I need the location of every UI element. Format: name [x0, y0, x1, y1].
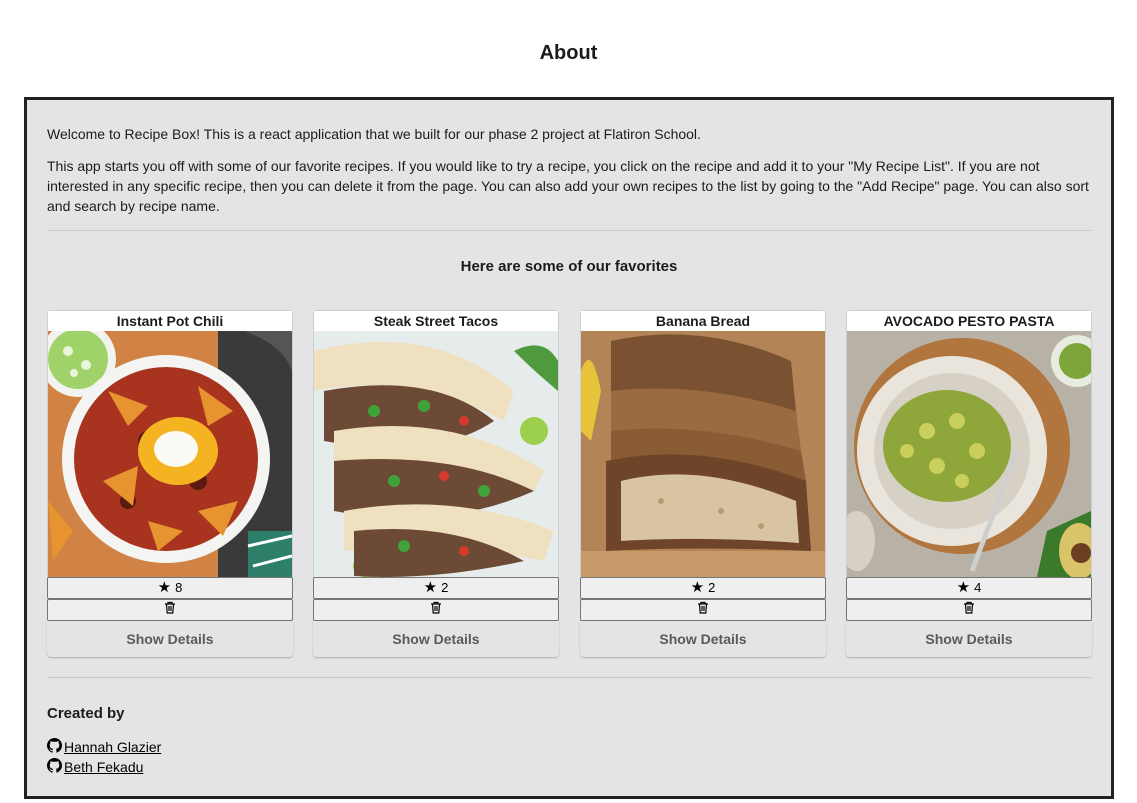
like-button[interactable]: ★ 2 — [580, 577, 826, 599]
page-title: About — [539, 42, 598, 64]
github-icon — [47, 758, 64, 776]
delete-button[interactable] — [846, 599, 1092, 621]
show-details-button[interactable]: Show Details — [580, 621, 826, 657]
divider-top — [47, 230, 1091, 231]
star-icon: ★ — [157, 579, 172, 596]
intro-paragraph-2: This app starts you off with some of our… — [47, 158, 1089, 214]
show-details-button[interactable]: Show Details — [846, 621, 1092, 657]
like-count: 4 — [974, 580, 982, 595]
recipe-title: Instant Pot Chili — [48, 311, 292, 331]
like-count: 8 — [175, 580, 183, 595]
recipe-image-pasta[interactable] — [847, 331, 1091, 577]
recipe-card[interactable]: Steak Street Tacos ★ 2 Show Details — [313, 310, 559, 658]
recipe-card[interactable]: Instant Pot Chili ★ 8 Show Details — [47, 310, 293, 658]
divider-bottom — [47, 677, 1091, 678]
recipe-title: Banana Bread — [581, 311, 825, 331]
trash-icon — [697, 601, 709, 617]
like-button[interactable]: ★ 4 — [846, 577, 1092, 599]
like-button[interactable]: ★ 8 — [47, 577, 293, 599]
favorites-heading: Here are some of our favorites — [460, 258, 678, 275]
credits-heading: Created by — [47, 705, 125, 722]
intro-paragraph-1: Welcome to Recipe Box! This is a react a… — [47, 126, 701, 142]
author-link-hannah[interactable]: Hannah Glazier — [64, 739, 161, 755]
like-count: 2 — [441, 580, 449, 595]
delete-button[interactable] — [313, 599, 559, 621]
star-icon: ★ — [956, 579, 971, 596]
recipe-card[interactable]: Banana Bread ★ 2 Show Details — [580, 310, 826, 658]
trash-icon — [164, 601, 176, 617]
star-icon: ★ — [423, 579, 438, 596]
star-icon: ★ — [690, 579, 705, 596]
trash-icon — [963, 601, 975, 617]
recipe-title: AVOCADO PESTO PASTA — [847, 311, 1091, 331]
recipe-card[interactable]: AVOCADO PESTO PASTA ★ 4 Show Details — [846, 310, 1092, 658]
recipe-image-tacos[interactable] — [314, 331, 558, 577]
like-button[interactable]: ★ 2 — [313, 577, 559, 599]
author-item: Beth Fekadu — [47, 758, 143, 776]
delete-button[interactable] — [580, 599, 826, 621]
trash-icon — [430, 601, 442, 617]
delete-button[interactable] — [47, 599, 293, 621]
recipe-image-chili[interactable] — [48, 331, 292, 577]
recipe-image-bread[interactable] — [581, 331, 825, 577]
show-details-button[interactable]: Show Details — [47, 621, 293, 657]
about-panel: Welcome to Recipe Box! This is a react a… — [24, 97, 1114, 799]
author-link-beth[interactable]: Beth Fekadu — [64, 759, 143, 775]
author-item: Hannah Glazier — [47, 738, 161, 756]
show-details-button[interactable]: Show Details — [313, 621, 559, 657]
recipe-title: Steak Street Tacos — [314, 311, 558, 331]
recipe-card-list: Instant Pot Chili ★ 8 Show Details Steak… — [47, 310, 1092, 658]
like-count: 2 — [708, 580, 716, 595]
github-icon — [47, 738, 64, 756]
